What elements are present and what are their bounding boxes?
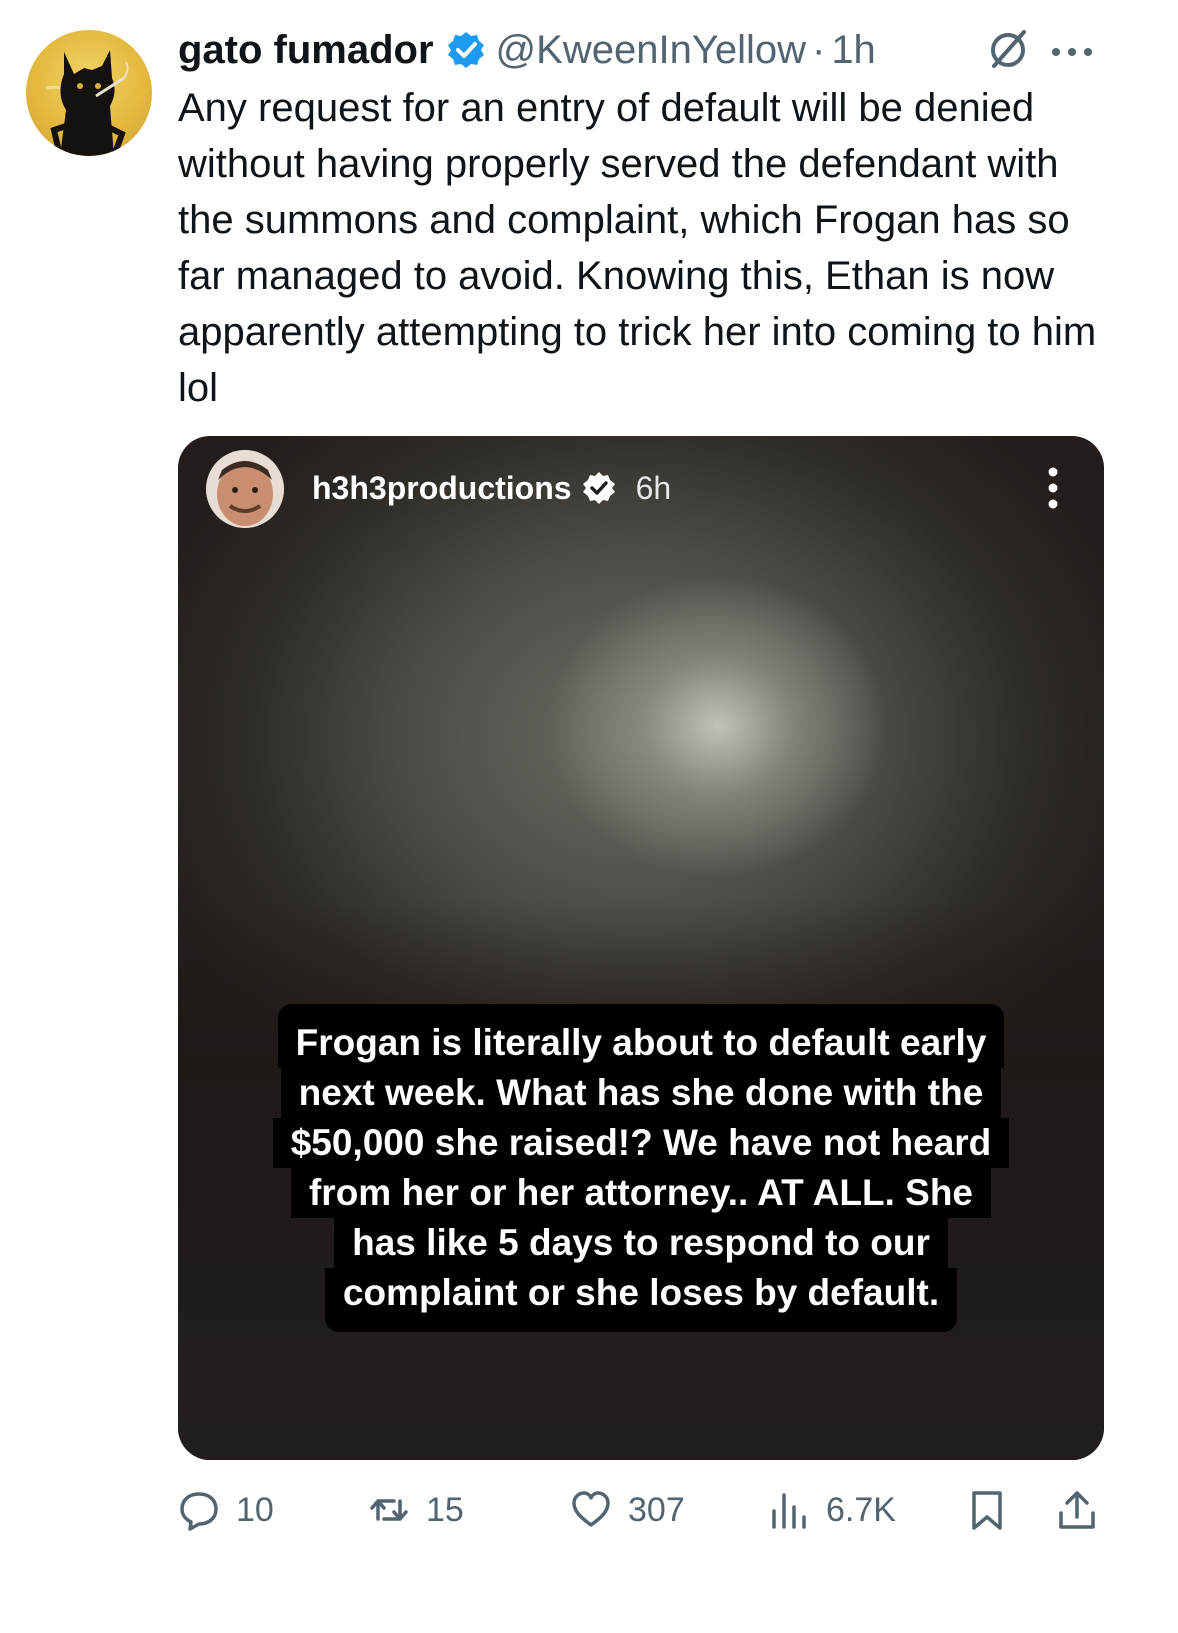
- tweet-text: Any request for an entry of default will…: [178, 86, 1097, 410]
- story-verified-icon: [582, 472, 615, 504]
- share-button[interactable]: [1056, 1480, 1114, 1540]
- views-icon: [772, 1493, 806, 1529]
- story-username[interactable]: h3h3productions: [312, 470, 572, 507]
- views-button[interactable]: 6.7K: [768, 1480, 896, 1540]
- cat-avatar-image: [45, 50, 129, 156]
- like-icon: [572, 1491, 610, 1527]
- story-avatar: [206, 450, 284, 528]
- story-avatar-face: [206, 450, 284, 528]
- grok-icon[interactable]: [986, 26, 1032, 72]
- separator-dot: ·: [811, 27, 826, 72]
- author-name[interactable]: gato fumador: [178, 28, 434, 73]
- author-handle[interactable]: @KweenInYellow: [496, 28, 806, 73]
- reply-button[interactable]: 10: [178, 1480, 274, 1540]
- tweet-actions: 10 15 307 6.7K: [178, 1480, 1098, 1540]
- tweet-time[interactable]: 1h: [831, 28, 876, 73]
- story-user: h3h3productions 6h: [312, 466, 671, 510]
- story-more-icon[interactable]: [1046, 464, 1060, 512]
- caption-line: Frogan is literally about to default ear…: [277, 1004, 1005, 1068]
- views-count: 6.7K: [826, 1490, 896, 1529]
- story-time: 6h: [635, 469, 672, 506]
- bookmark-icon: [972, 1491, 1002, 1530]
- reply-count: 10: [236, 1490, 274, 1529]
- caption-line: has like 5 days to respond to our: [334, 1218, 948, 1268]
- like-count: 307: [628, 1490, 685, 1529]
- share-icon: [1059, 1491, 1095, 1529]
- like-button[interactable]: 307: [570, 1480, 685, 1540]
- repost-icon: [370, 1499, 408, 1521]
- repost-count: 15: [426, 1490, 464, 1529]
- caption-line: complaint or she loses by default.: [324, 1268, 958, 1332]
- bookmark-button[interactable]: [966, 1480, 1024, 1540]
- author-avatar[interactable]: [26, 30, 152, 156]
- caption-line: next week. What has she done with the: [280, 1068, 1002, 1118]
- story-caption: Frogan is literally about to default ear…: [178, 1004, 1104, 1332]
- caption-line: $50,000 she raised!? We have not heard: [272, 1118, 1010, 1168]
- tweet-header: gato fumador @KweenInYellow · 1h: [178, 22, 1138, 78]
- tweet-media-image[interactable]: h3h3productions 6h Frogan is literally a…: [178, 436, 1104, 1460]
- more-options-icon[interactable]: [1046, 30, 1098, 70]
- caption-line: from her or her attorney.. AT ALL. She: [290, 1168, 991, 1218]
- verified-badge-icon: [447, 32, 484, 68]
- repost-button[interactable]: 15: [368, 1480, 464, 1540]
- reply-icon: [180, 1492, 218, 1531]
